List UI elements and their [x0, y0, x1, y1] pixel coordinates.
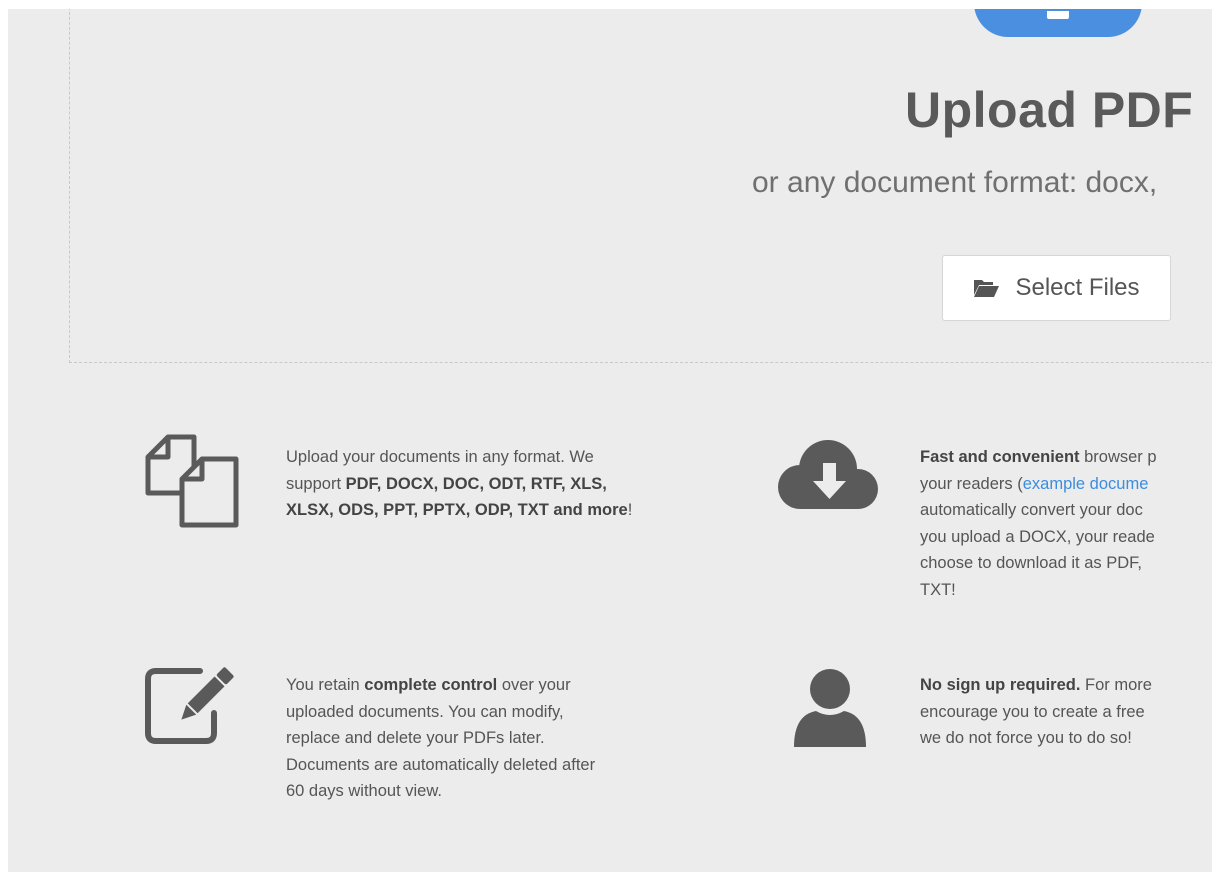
upload-glyph — [1047, 11, 1069, 19]
user-icon — [790, 665, 870, 756]
example-document-link[interactable]: example docume — [1023, 475, 1149, 493]
feature-formats-line: Upload your documents in any format. We — [286, 448, 594, 466]
page-content: Upload PDF or any document format: docx,… — [8, 9, 1212, 872]
feature-formats-segment: ! — [627, 501, 633, 519]
upload-icon[interactable] — [974, 9, 1142, 37]
format-subtitle: or any document format: docx, — [752, 166, 1158, 199]
feature-download-line: Fast and convenient browser p — [920, 444, 1157, 471]
feature-control-bold: complete control — [364, 676, 498, 694]
feature-control-line: Documents are automatically deleted afte… — [286, 755, 596, 774]
feature-download-line: automatically convert your doc — [920, 501, 1143, 519]
feature-signup-line: No sign up required. For more — [920, 672, 1152, 699]
feature-download-text: Fast and convenient browser p your reade… — [920, 444, 1157, 603]
feature-download-line: choose to download it as PDF, — [920, 554, 1142, 572]
feature-signup-line: we do not force you to do so! — [920, 729, 1132, 747]
feature-control-segment: You retain — [286, 676, 365, 694]
feature-formats-segment: support — [286, 474, 346, 493]
feature-control-text: You retain complete control over your up… — [286, 672, 595, 805]
feature-download-line: TXT! — [920, 580, 956, 599]
feature-formats-line: support PDF, DOCX, DOC, ODT, RTF, XLS, — [286, 471, 632, 498]
feature-download-bold: Fast and convenient — [920, 448, 1080, 466]
feature-download-line: you upload a DOCX, your reade — [920, 527, 1155, 546]
feature-formats-bold: XLSX, ODS, PPT, PPTX, ODP, TXT and more — [286, 501, 628, 519]
feature-formats-bold: PDF, DOCX, DOC, ODT, RTF, XLS, — [345, 474, 607, 493]
feature-download-line: your readers (example docume — [920, 471, 1157, 498]
feature-download-segment: browser p — [1079, 448, 1157, 466]
feature-signup-segment: For more — [1080, 676, 1152, 694]
feature-signup-line: encourage you to create a free — [920, 702, 1145, 721]
page-title: Upload PDF — [905, 82, 1194, 138]
feature-formats-text: Upload your documents in any format. We … — [286, 444, 632, 524]
feature-signup-text: No sign up required. For more encourage … — [920, 672, 1152, 752]
select-files-button[interactable]: Select Files — [942, 255, 1171, 321]
feature-signup-bold: No sign up required. — [920, 676, 1081, 694]
folder-open-icon — [973, 278, 1000, 298]
feature-control-line: 60 days without view. — [286, 782, 442, 800]
feature-control-segment: over your — [497, 676, 571, 694]
edit-icon — [142, 663, 246, 752]
cloud-download-icon — [776, 437, 882, 520]
feature-control-line: uploaded documents. You can modify, — [286, 702, 564, 721]
feature-control-line: You retain complete control over your — [286, 672, 595, 699]
feature-formats-line: XLSX, ODS, PPT, PPTX, ODP, TXT and more! — [286, 497, 632, 524]
feature-download-segment: your readers ( — [920, 474, 1023, 493]
feature-control-line: replace and delete your PDFs later. — [286, 729, 545, 747]
copy-documents-icon — [142, 433, 242, 538]
select-files-label: Select Files — [1015, 274, 1140, 301]
